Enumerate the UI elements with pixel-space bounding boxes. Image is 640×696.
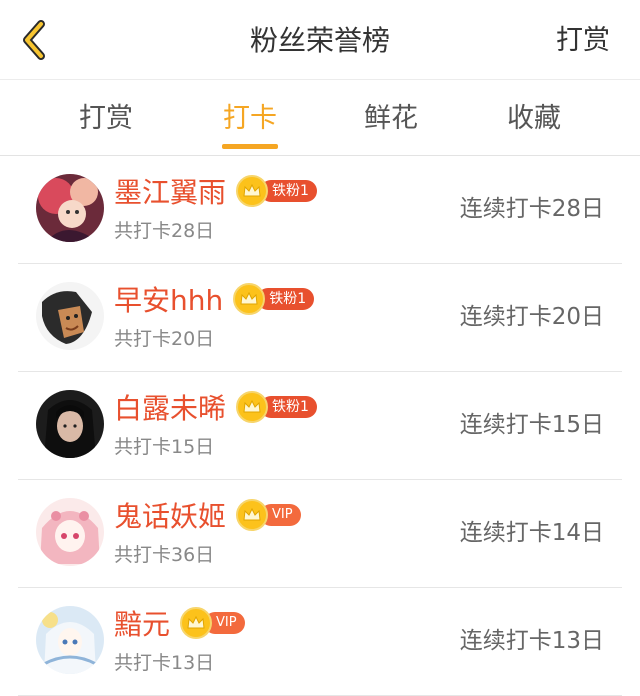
badge-label: 铁粉1 [260,180,317,202]
user-name: 早安hhh [114,284,224,317]
header: 粉丝荣誉榜 打赏 [0,0,640,80]
total-checkin: 共打卡15日 [114,436,215,458]
crown-icon [180,607,213,639]
total-checkin: 共打卡13日 [114,652,215,674]
tab-reward[interactable]: 打赏 [51,80,161,156]
fan-level-badge: 铁粉1 [236,175,317,207]
fan-level-badge: VIP [180,607,245,639]
tab-bar: 打赏 打卡 鲜花 收藏 [0,80,640,156]
total-checkin: 共打卡36日 [114,544,215,566]
avatar [36,390,104,458]
avatar [36,174,104,242]
user-name: 鬼话妖姬 [114,500,227,533]
streak-checkin: 连续打卡14日 [459,520,604,546]
badge-label: 铁粉1 [257,288,315,310]
fan-honor-board-screen: 粉丝荣誉榜 打赏 打赏 打卡 鲜花 收藏 墨江翼雨 铁粉1 共打卡28日 连续打… [0,0,640,696]
streak-checkin: 连续打卡28日 [459,196,604,222]
list-item[interactable]: 墨江翼雨 铁粉1 共打卡28日 连续打卡28日 [18,156,622,264]
crown-icon [236,499,269,531]
crown-icon [236,391,269,423]
active-tab-indicator [222,144,278,149]
list-item[interactable]: 白露未晞 铁粉1 共打卡15日 连续打卡15日 [18,372,622,480]
list-item[interactable]: 鬼话妖姬 VIP 共打卡36日 连续打卡14日 [18,480,622,588]
crown-icon [233,283,266,315]
badge-label: 铁粉1 [260,396,317,418]
user-name: 墨江翼雨 [114,176,227,209]
back-button[interactable] [14,18,54,62]
avatar [36,498,104,566]
avatar [36,606,104,674]
streak-checkin: 连续打卡15日 [459,412,604,438]
list-item[interactable]: 黯元 VIP 共打卡13日 连续打卡13日 [18,588,622,696]
list-item[interactable]: 早安hhh 铁粉1 共打卡20日 连续打卡20日 [18,264,622,372]
user-name: 白露未晞 [114,392,227,425]
checkin-ranking-list: 墨江翼雨 铁粉1 共打卡28日 连续打卡28日 早安hhh 铁粉1 共打卡20日… [0,156,640,696]
page-title: 粉丝荣誉榜 [249,24,390,57]
chevron-left-icon [23,20,45,60]
reward-button[interactable]: 打赏 [556,0,610,80]
user-name: 黯元 [114,608,171,641]
crown-icon [236,175,269,207]
avatar [36,282,104,350]
fan-level-badge: 铁粉1 [233,283,315,315]
total-checkin: 共打卡28日 [114,220,215,242]
tab-favorites[interactable]: 收藏 [479,80,589,156]
fan-level-badge: VIP [236,499,301,531]
total-checkin: 共打卡20日 [114,328,215,350]
tab-flowers[interactable]: 鲜花 [336,80,446,156]
fan-level-badge: 铁粉1 [236,391,317,423]
streak-checkin: 连续打卡13日 [459,628,604,654]
streak-checkin: 连续打卡20日 [459,304,604,330]
